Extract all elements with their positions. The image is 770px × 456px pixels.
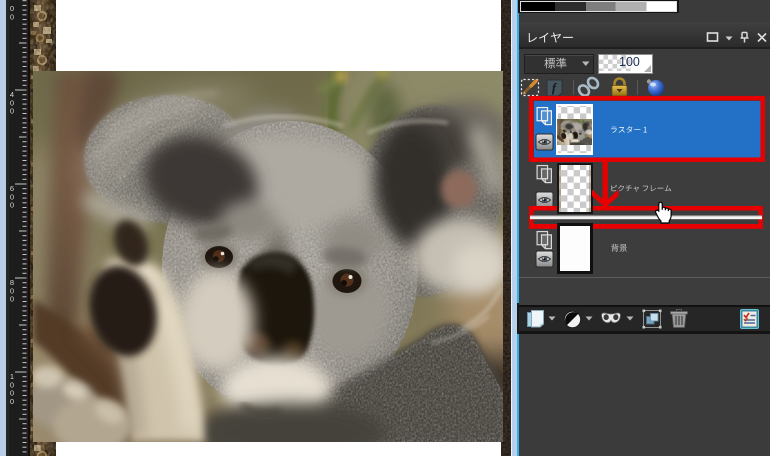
svg-text:0: 0 [10,397,14,406]
svg-text:0: 0 [10,12,14,21]
svg-text:0: 0 [10,295,14,304]
svg-text:0: 0 [10,107,14,116]
svg-text:0: 0 [10,201,14,210]
